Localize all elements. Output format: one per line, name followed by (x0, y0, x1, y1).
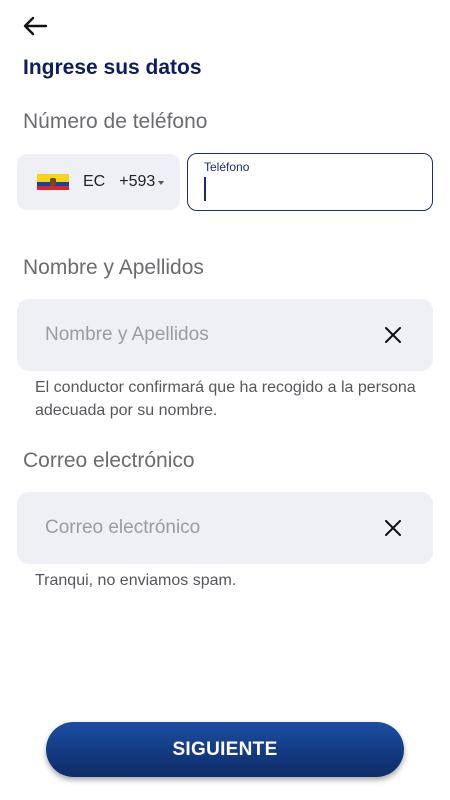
phone-section-label: Número de teléfono (23, 110, 208, 133)
country-code-selector[interactable]: EC +593 (17, 154, 180, 210)
phone-input[interactable] (202, 176, 417, 202)
phone-field[interactable]: Teléfono (187, 153, 433, 211)
dial-code: +593 (119, 173, 156, 190)
next-button[interactable]: SIGUIENTE (46, 722, 404, 777)
page-title: Ingrese sus datos (23, 56, 202, 79)
name-section-label: Nombre y Apellidos (23, 256, 204, 279)
email-helper-text: Tranqui, no enviamos spam. (35, 572, 237, 589)
email-field[interactable] (17, 492, 433, 564)
chevron-down-icon (158, 181, 165, 185)
phone-field-label: Teléfono (204, 160, 250, 174)
clear-name-button[interactable] (383, 325, 403, 345)
registration-screen: Ingrese sus datos Número de teléfono EC … (0, 0, 450, 800)
close-icon (385, 520, 401, 536)
email-input[interactable] (45, 492, 375, 564)
name-helper-text: El conductor confirmará que ha recogido … (35, 379, 416, 419)
back-button[interactable] (18, 12, 52, 40)
ecuador-flag-icon (37, 174, 69, 190)
clear-email-button[interactable] (383, 518, 403, 538)
name-input[interactable] (45, 299, 375, 371)
name-field[interactable] (17, 299, 433, 371)
close-icon (385, 327, 401, 343)
arrow-left-icon (23, 16, 48, 36)
email-section-label: Correo electrónico (23, 449, 195, 472)
country-code: EC (83, 173, 106, 190)
